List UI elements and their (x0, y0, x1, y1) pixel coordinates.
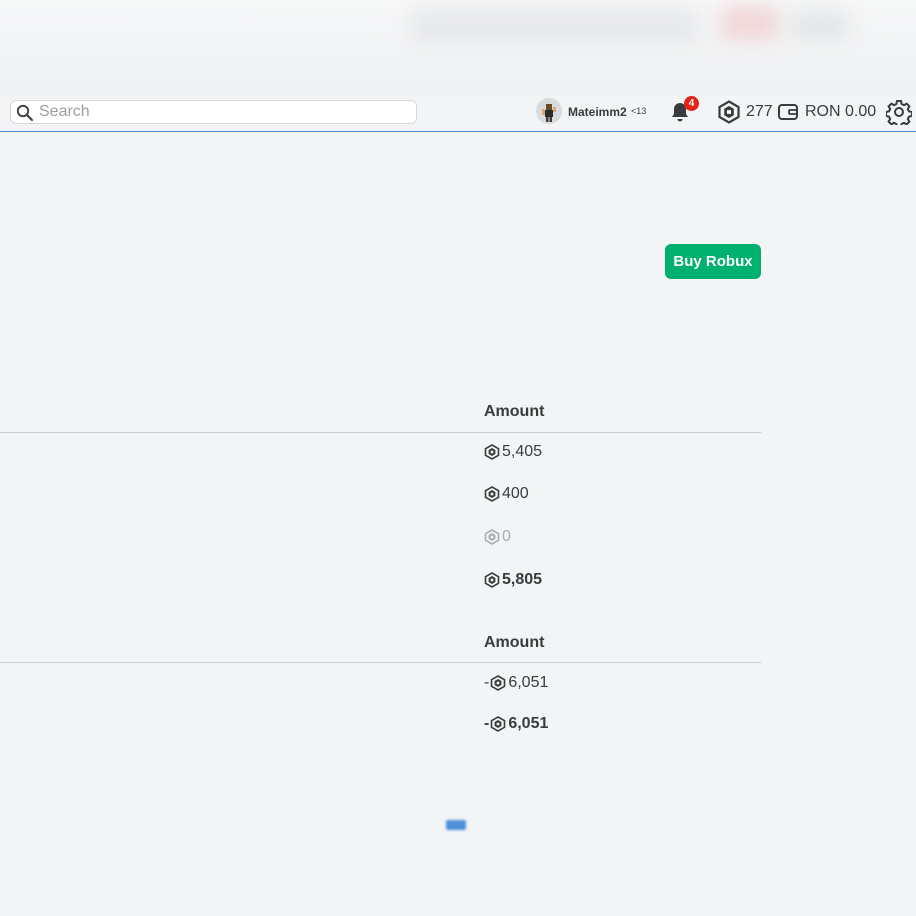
amount-column-header: Amount (484, 634, 545, 651)
search-input[interactable] (39, 101, 409, 123)
amount-value: 5,805 (502, 571, 543, 588)
footer-links-blurred (0, 816, 600, 836)
username-label[interactable]: Mateimm2 (568, 105, 627, 119)
wallet-balance[interactable]: RON 0.00 (805, 103, 876, 121)
amount-column-header: Amount (484, 403, 545, 420)
table-row: 400 (484, 485, 529, 503)
transactions-page: Mateimm2 <13 4 277 RON 0.00 Buy Robux A (0, 0, 916, 916)
robux-icon (491, 675, 506, 691)
age-bracket-label: <13 (631, 106, 647, 116)
table-row-total: 5,805 (484, 571, 542, 589)
gear-icon[interactable] (886, 99, 912, 125)
amount-value: 400 (502, 485, 529, 502)
amount-value: 6,051 (508, 674, 549, 691)
amount-sign: - (484, 715, 490, 732)
robux-icon[interactable] (717, 100, 741, 124)
buy-robux-button[interactable]: Buy Robux (665, 244, 761, 279)
robux-icon (484, 444, 500, 460)
wallet-icon[interactable] (777, 102, 799, 122)
browser-chrome-blurred (0, 0, 916, 96)
robux-balance[interactable]: 277 (746, 103, 773, 121)
table-row: 5,405 (484, 443, 542, 461)
language-flag-icon (446, 820, 466, 830)
table-row-total: - 6,051 (484, 715, 548, 733)
search-box[interactable] (10, 100, 417, 124)
amount-value: 5,405 (502, 443, 543, 460)
amount-value: 0 (502, 528, 511, 545)
robux-icon (484, 572, 500, 588)
notification-badge: 4 (684, 96, 699, 111)
table-row: 0 (484, 528, 511, 546)
amount-sign: - (484, 674, 490, 691)
search-icon (16, 104, 33, 121)
robux-icon (484, 486, 500, 502)
amount-value: 6,051 (508, 715, 549, 732)
avatar-figure-icon (542, 104, 556, 122)
robux-icon (484, 529, 500, 545)
table-divider (0, 662, 761, 663)
top-navigation-bar: Mateimm2 <13 4 277 RON 0.00 (0, 96, 916, 132)
table-divider (0, 432, 761, 433)
robux-icon (491, 716, 506, 732)
table-row: - 6,051 (484, 674, 548, 692)
avatar[interactable] (536, 98, 562, 124)
